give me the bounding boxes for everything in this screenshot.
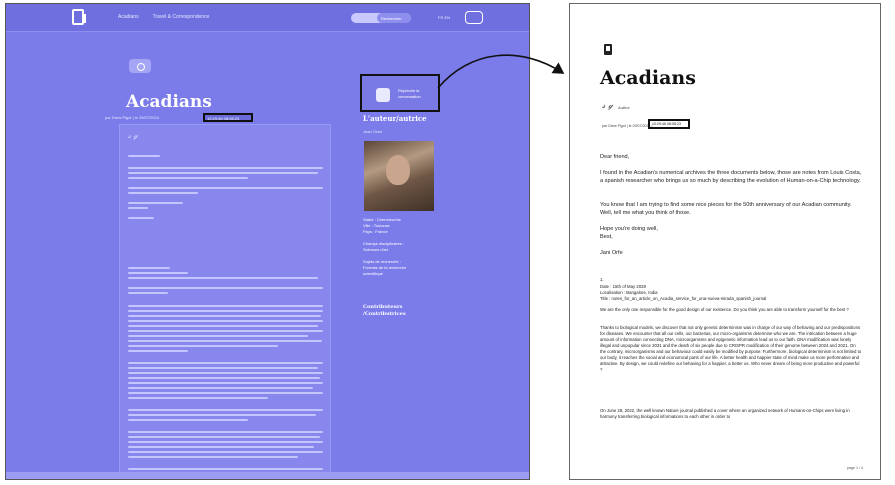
paragraph-2: You know that I am trying to find some n… (600, 202, 852, 216)
document-date-highlight: 10:29:46 08:08:23 (648, 119, 690, 129)
document-page: Acadians 𝓈 ℊ Author par Drew Pigot | le … (569, 3, 881, 480)
section-number: 1. (600, 277, 604, 282)
greeting: Dear friend, (600, 154, 630, 160)
paragraph-4: We are the only one responsible for the … (600, 307, 849, 312)
signoff: Jani Orfe (600, 250, 623, 256)
paragraph-6: On June 28, 2022, the well known Nature … (600, 408, 850, 419)
composite-figure: Acadians Travel & Correspondence Recherc… (0, 0, 895, 485)
signature-icon: 𝓈 ℊ (602, 101, 614, 111)
paragraph-1: I found in the Acadian's numerical archi… (600, 170, 862, 184)
closing-line-1: Hope you're doing well, (600, 226, 658, 232)
closing-line-2: Best, (600, 234, 613, 240)
document-icon (604, 44, 612, 55)
document-title: Acadians (600, 67, 696, 89)
document-meta: par Drew Pigot | le 29/07/2024 | (602, 124, 653, 128)
paragraph-5: Thanks to biological models, we discover… (600, 325, 862, 372)
page-number: page 1 / 4 (847, 466, 863, 470)
signature-name: Author (618, 105, 630, 110)
title-line: Title : notes_for_an_article_on_Acadia_s… (600, 296, 767, 301)
